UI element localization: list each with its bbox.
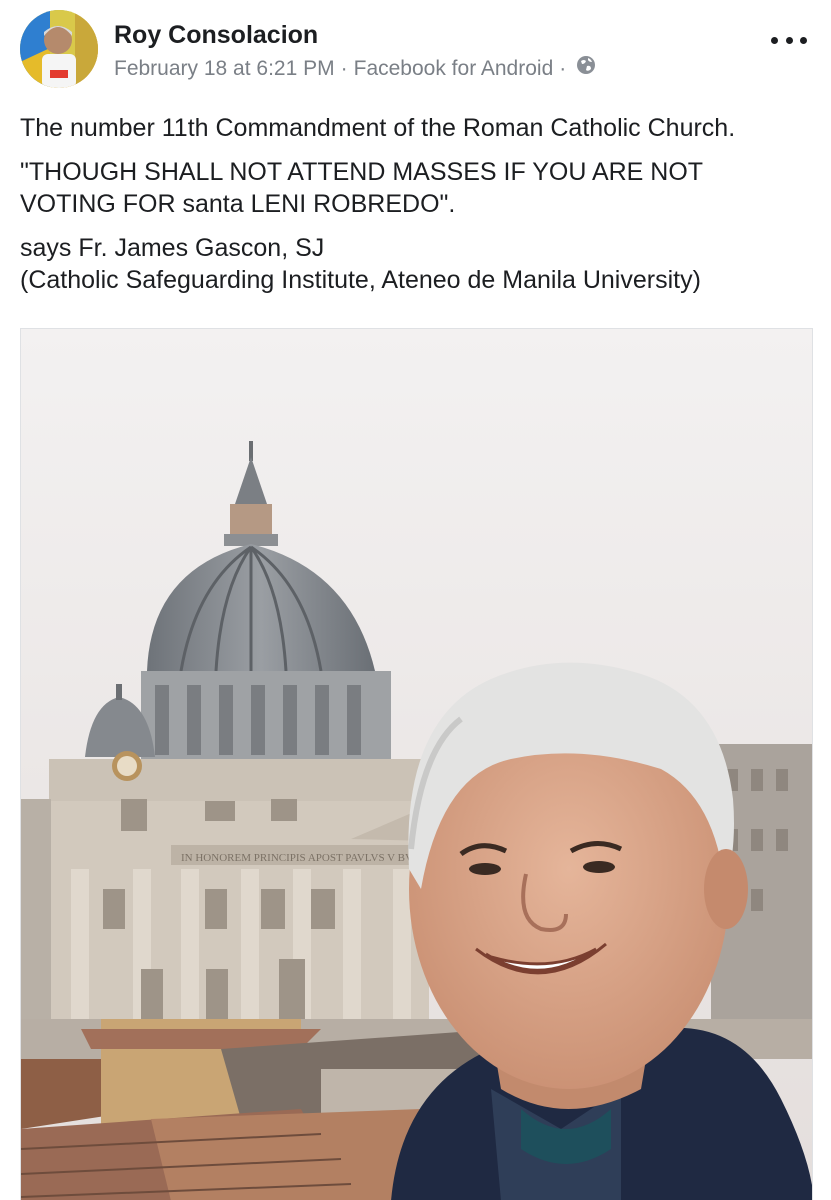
post-quote: "THOUGH SHALL NOT ATTEND MASSES IF YOU A… (20, 156, 815, 220)
avatar[interactable] (20, 10, 98, 88)
post-quote-line: "THOUGH SHALL NOT ATTEND MASSES IF YOU A… (20, 158, 704, 186)
attribution-line: (Catholic Safeguarding Institute, Ateneo… (20, 266, 701, 294)
meta-separator: · (559, 57, 567, 80)
post-text-line: The number 11th Commandment of the Roman… (20, 114, 736, 142)
attribution-line: says Fr. James Gascon, SJ (20, 234, 325, 262)
meta-separator: · (340, 57, 348, 80)
post-date[interactable]: February 18 at 6:21 PM (114, 55, 335, 83)
post-paragraph: The number 11th Commandment of the Roman… (20, 112, 815, 144)
post-photo[interactable]: IN HONOREM PRINCIPIS APOST PAVLVS V BVRG… (20, 328, 813, 1200)
post-text: The number 11th Commandment of the Roman… (20, 112, 815, 308)
more-options-icon[interactable] (771, 30, 807, 50)
post-attribution: says Fr. James Gascon, SJ (Catholic Safe… (20, 232, 815, 296)
globe-icon[interactable] (576, 55, 596, 83)
post-header: Roy Consolacion February 18 at 6:21 PM ·… (0, 0, 831, 100)
author-name[interactable]: Roy Consolacion (114, 20, 318, 50)
post-meta: February 18 at 6:21 PM · Facebook for An… (114, 55, 596, 83)
post-source: Facebook for Android (353, 57, 554, 80)
post-quote-line: VOTING FOR santa LENI ROBREDO". (20, 190, 456, 218)
